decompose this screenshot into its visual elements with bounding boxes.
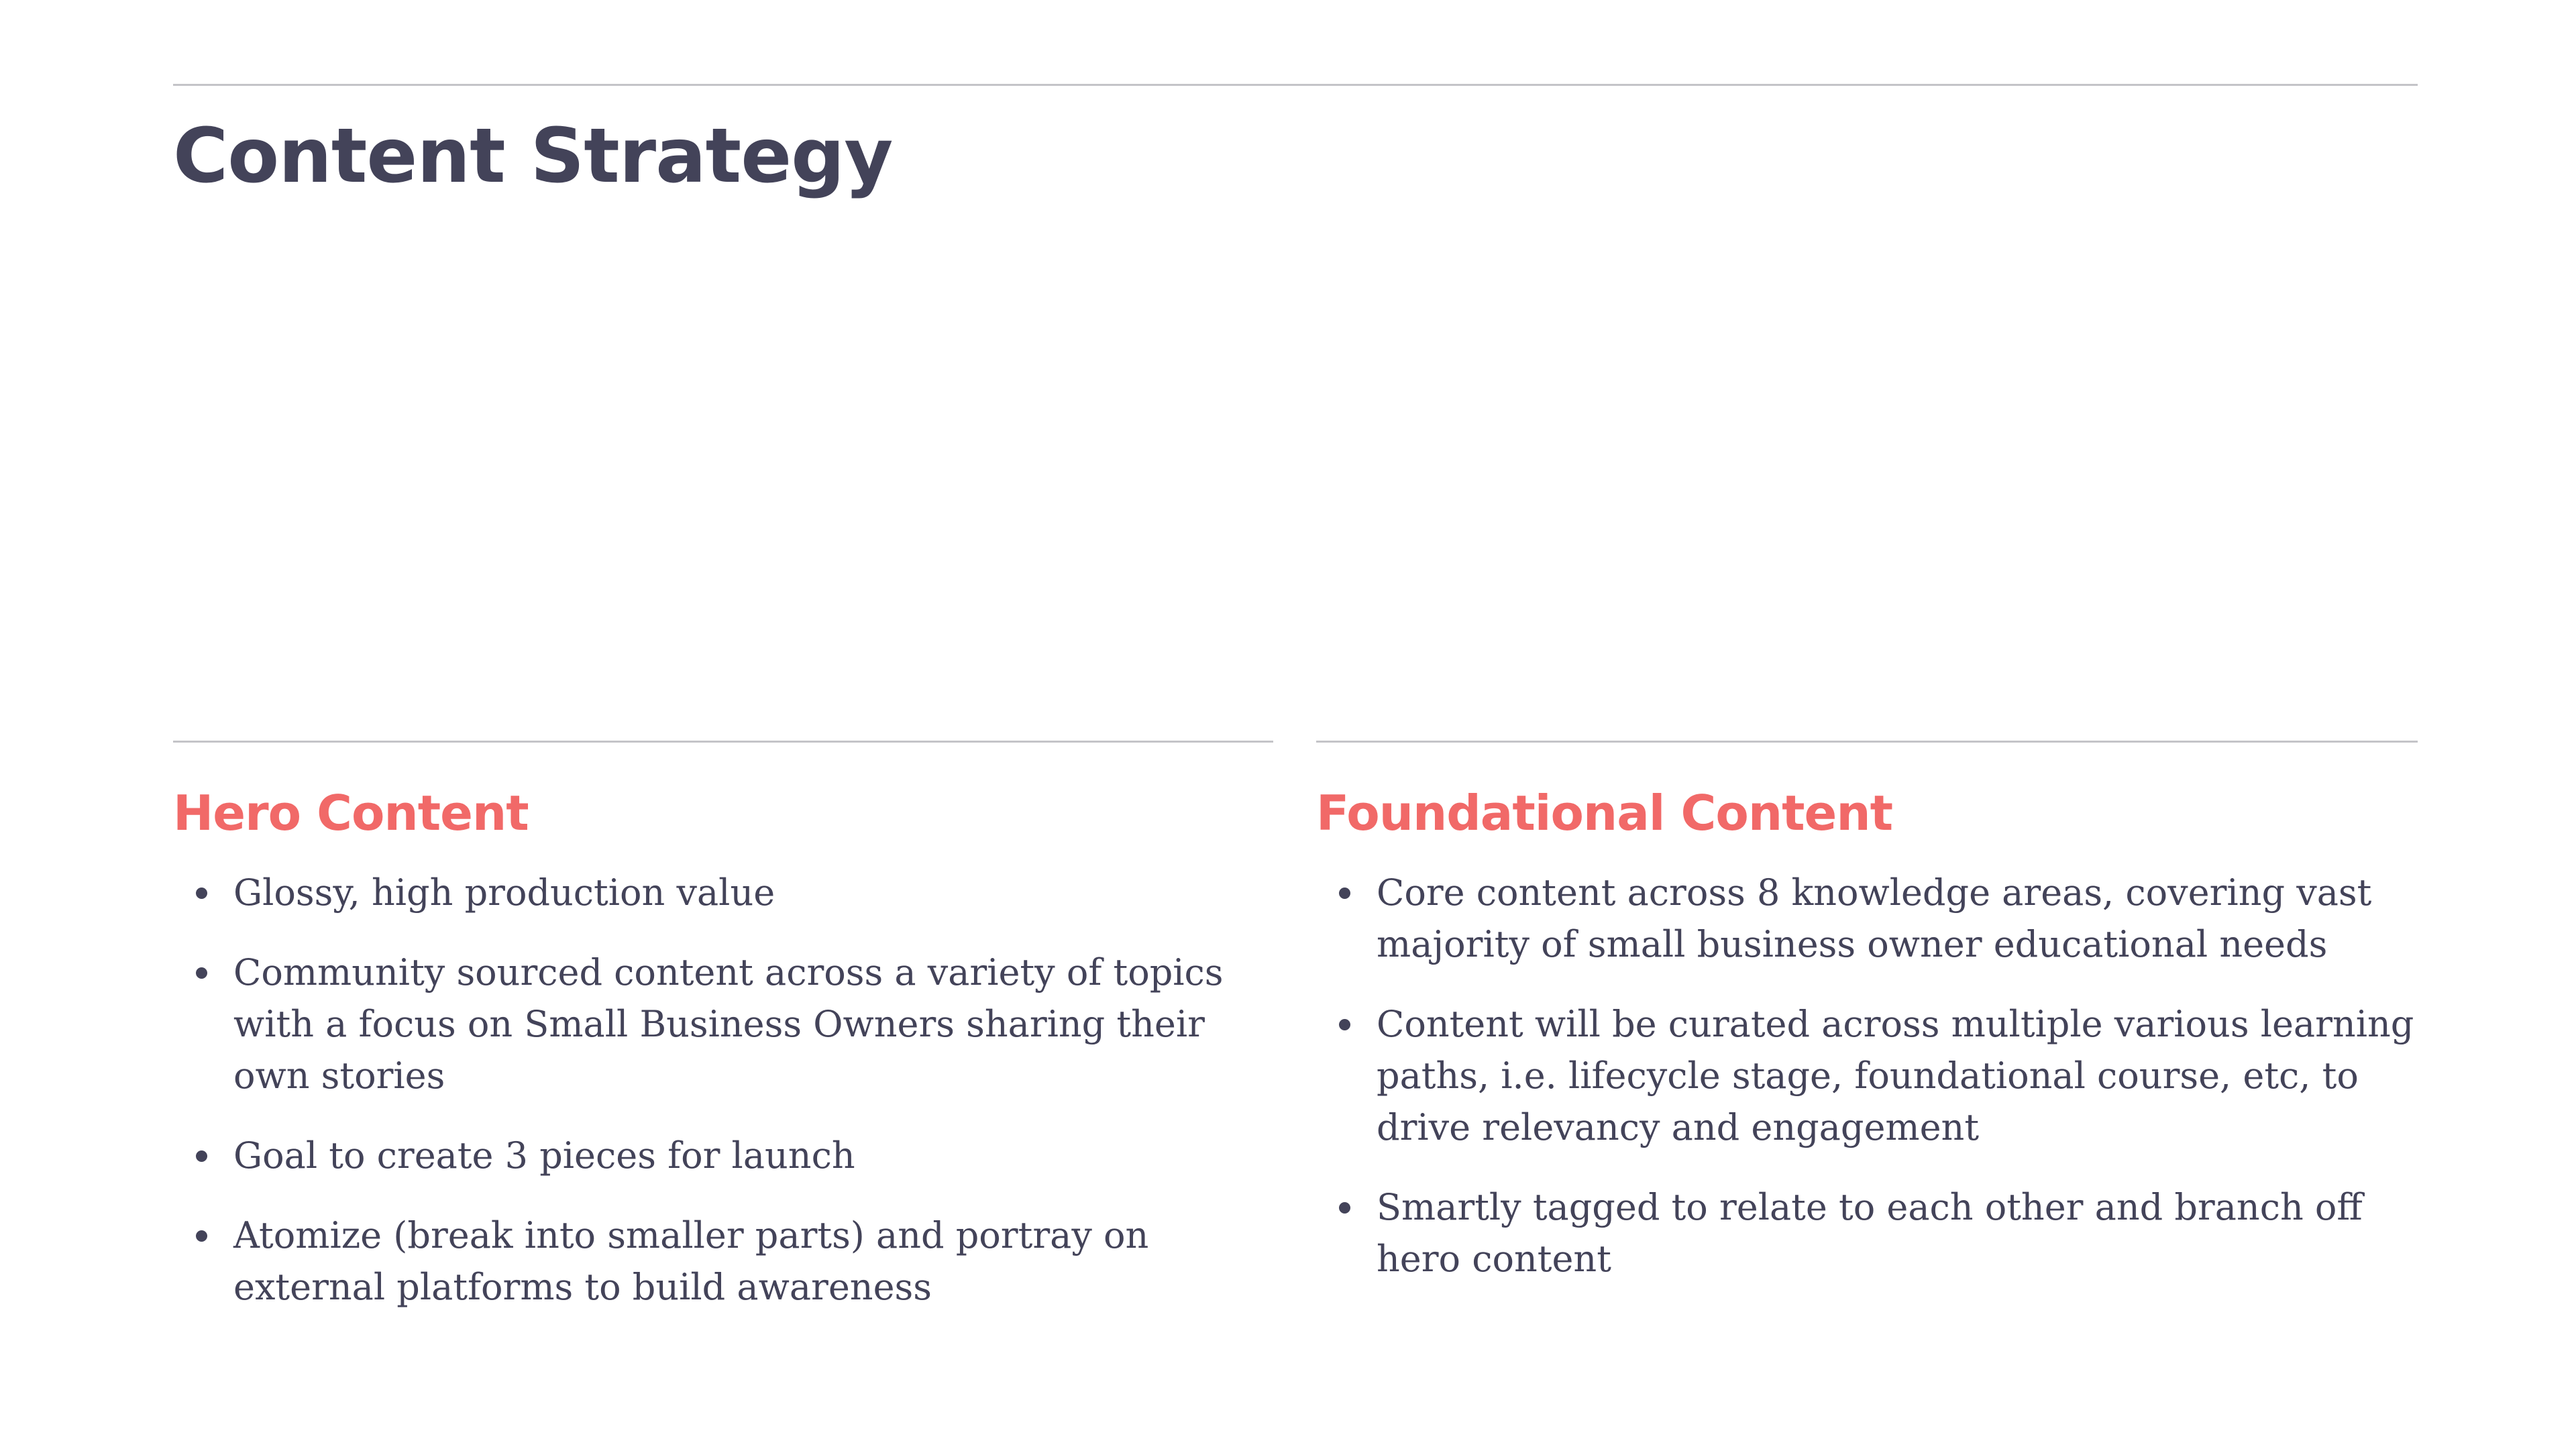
- list-item-text: Content will be curated across multiple …: [1377, 1003, 2414, 1148]
- foundational-content-column: Foundational Content Core content across…: [1316, 741, 2418, 1313]
- bullet-dot-icon: [196, 888, 207, 899]
- list-item: Core content across 8 knowledge areas, c…: [1316, 867, 2418, 970]
- list-item-text: Community sourced content across a varie…: [233, 951, 1224, 1097]
- list-item: Content will be curated across multiple …: [1316, 998, 2418, 1153]
- hero-content-column: Hero Content Glossy, high production val…: [173, 741, 1273, 1341]
- page-title: Content Strategy: [173, 113, 893, 200]
- list-item: Community sourced content across a varie…: [173, 947, 1273, 1102]
- top-divider: [173, 84, 2418, 86]
- foundational-content-heading: Foundational Content: [1316, 785, 1893, 841]
- list-item-text: Smartly tagged to relate to each other a…: [1377, 1186, 2363, 1280]
- hero-divider: [173, 741, 1273, 743]
- bullet-dot-icon: [196, 967, 207, 979]
- bullet-dot-icon: [196, 1230, 207, 1242]
- slide: Content Strategy Hero Content Glossy, hi…: [0, 0, 2576, 1449]
- list-item-text: Atomize (break into smaller parts) and p…: [233, 1214, 1149, 1308]
- list-item: Smartly tagged to relate to each other a…: [1316, 1181, 2418, 1285]
- foundational-divider: [1316, 741, 2418, 743]
- list-item: Glossy, high production value: [173, 867, 1273, 918]
- hero-content-list: Glossy, high production value Community …: [173, 867, 1273, 1313]
- list-item: Atomize (break into smaller parts) and p…: [173, 1210, 1273, 1313]
- hero-content-heading: Hero Content: [173, 785, 529, 841]
- list-item-text: Glossy, high production value: [233, 871, 775, 914]
- list-item: Goal to create 3 pieces for launch: [173, 1130, 1273, 1181]
- bullet-dot-icon: [1339, 1202, 1350, 1214]
- list-item-text: Goal to create 3 pieces for launch: [233, 1134, 855, 1177]
- list-item-text: Core content across 8 knowledge areas, c…: [1377, 871, 2372, 965]
- bullet-dot-icon: [196, 1150, 207, 1162]
- foundational-content-list: Core content across 8 knowledge areas, c…: [1316, 867, 2418, 1285]
- bullet-dot-icon: [1339, 888, 1350, 899]
- bullet-dot-icon: [1339, 1019, 1350, 1030]
